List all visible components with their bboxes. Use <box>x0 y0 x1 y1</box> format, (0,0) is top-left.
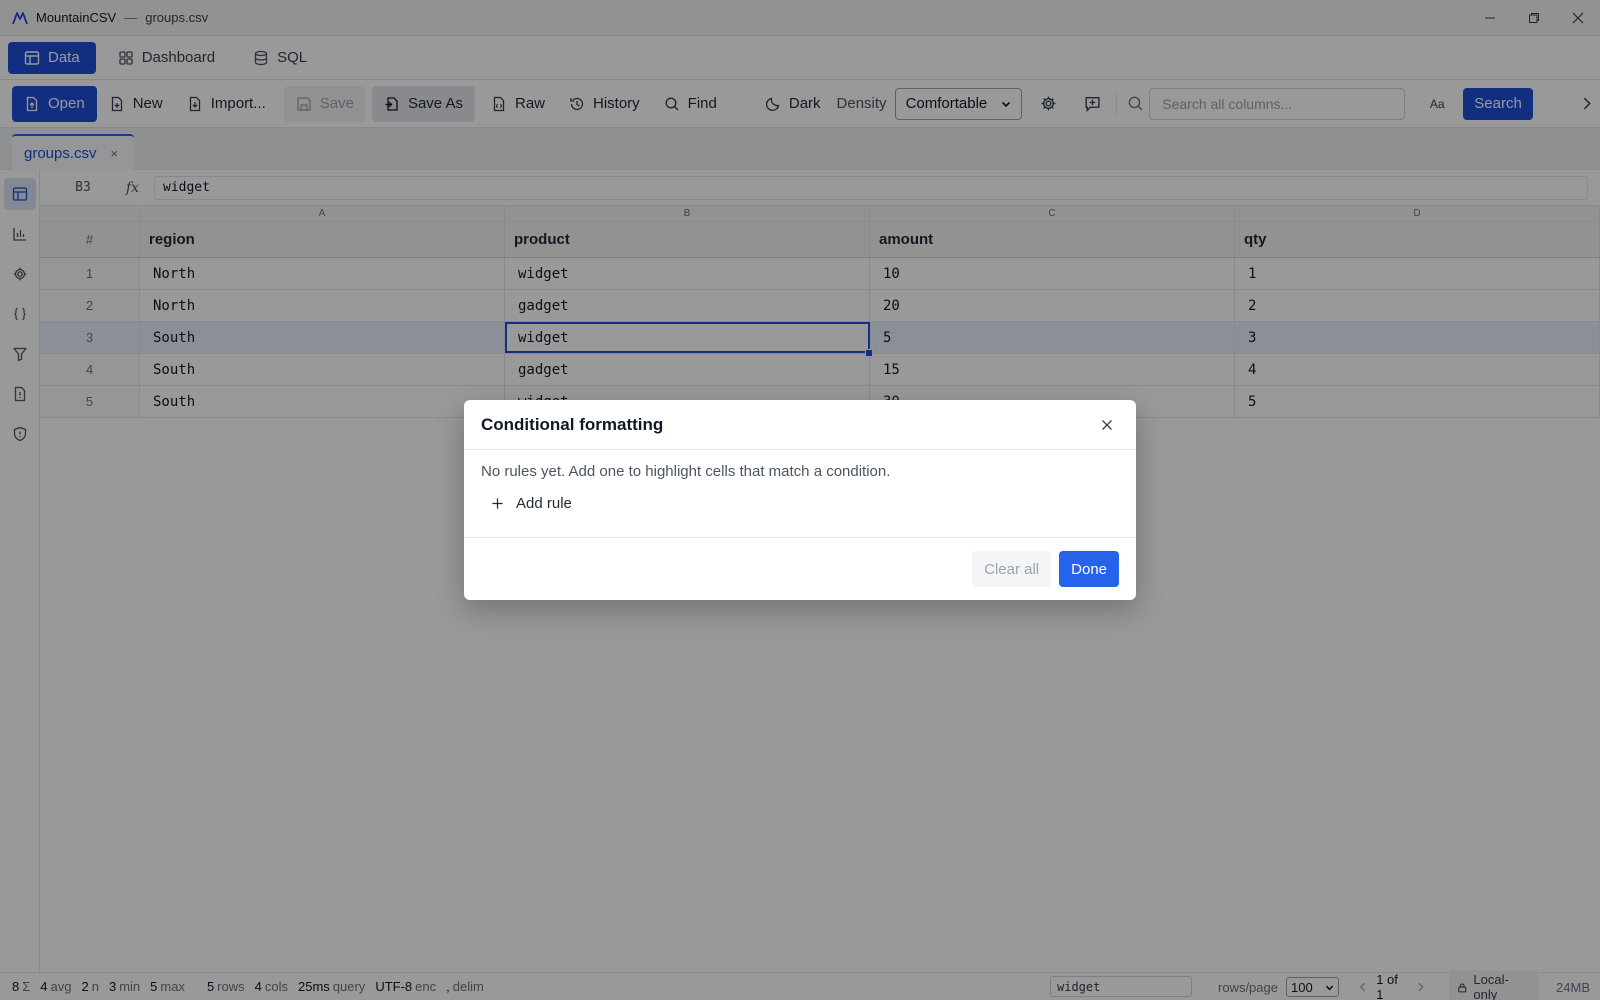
dialog-title: Conditional formatting <box>481 414 664 434</box>
dialog-header: Conditional formatting <box>464 400 1136 450</box>
close-icon <box>1102 419 1112 430</box>
plus-icon <box>492 498 503 509</box>
dialog-footer: Clear all Done <box>464 538 1136 600</box>
dialog-body: No rules yet. Add one to highlight cells… <box>464 450 1136 538</box>
clear-all-button[interactable]: Clear all <box>972 551 1052 587</box>
done-button[interactable]: Done <box>1059 551 1119 587</box>
add-rule-label: Add rule <box>516 495 572 512</box>
close-dialog-button[interactable] <box>1095 413 1119 437</box>
empty-rules-message: No rules yet. Add one to highlight cells… <box>481 463 891 480</box>
add-rule-button[interactable]: Add rule <box>491 495 572 512</box>
conditional-formatting-dialog: Conditional formatting No rules yet. Add… <box>464 400 1136 600</box>
